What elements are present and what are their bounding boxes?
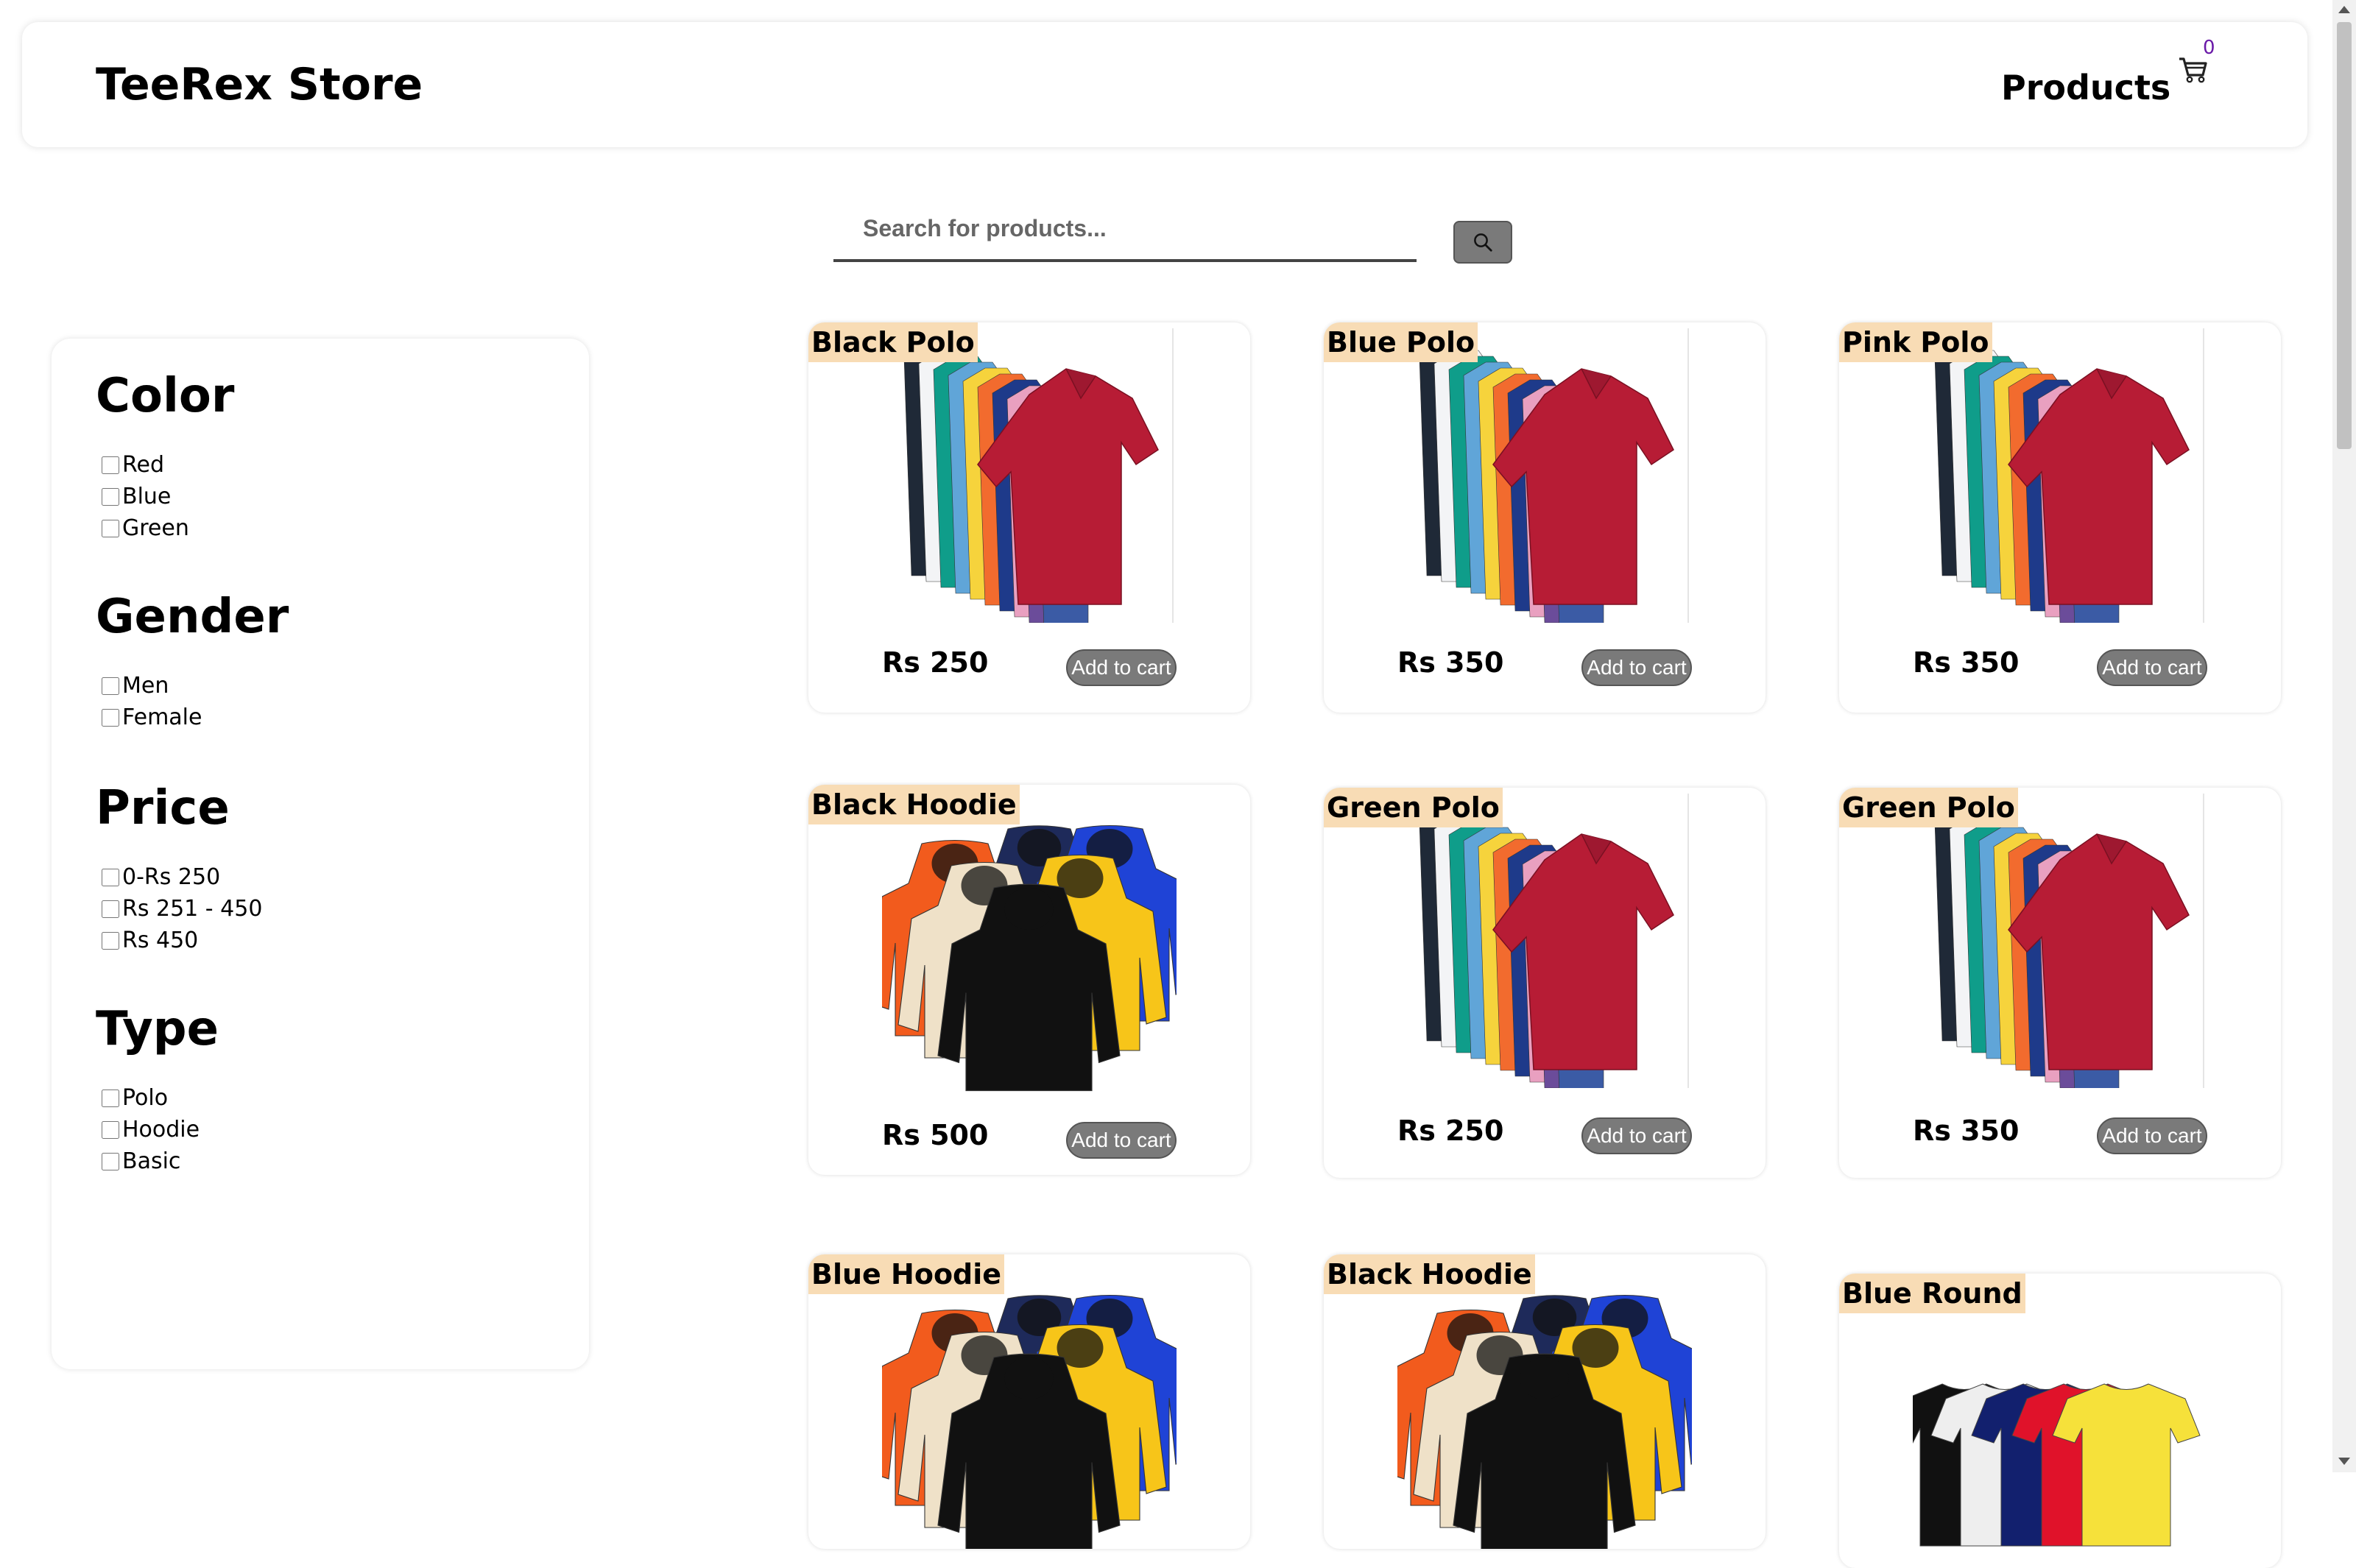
product-image — [1913, 328, 2207, 629]
filter-option[interactable]: Rs 251 - 450 — [96, 893, 262, 925]
filter-option-label: Men — [122, 673, 169, 699]
product-image — [1383, 1284, 1712, 1549]
filter-option-label: Blue — [122, 484, 172, 509]
product-price: Rs 350 — [1913, 646, 2020, 679]
product-card: Black Polo Rs 250 Add to cart — [808, 322, 1250, 713]
nav-products-link[interactable]: Products — [2001, 68, 2170, 107]
product-image — [868, 814, 1196, 1109]
brand-title[interactable]: TeeRex Store — [96, 59, 423, 110]
scroll-down-arrow-icon[interactable] — [2338, 1458, 2350, 1465]
filter-option-label: Red — [122, 452, 164, 478]
filter-checkbox[interactable] — [102, 487, 119, 506]
filter-checkbox[interactable] — [102, 931, 119, 950]
product-image — [1890, 1318, 2207, 1568]
add-to-cart-button[interactable]: Add to cart — [2097, 649, 2207, 686]
filter-option[interactable]: Men — [96, 670, 289, 702]
filter-checkbox[interactable] — [102, 1152, 119, 1170]
product-title: Blue Polo — [1324, 322, 1478, 362]
product-card: Blue Round — [1839, 1274, 2281, 1568]
product-card: Green Polo Rs 250 Add to cart — [1324, 788, 1766, 1178]
product-image — [882, 328, 1177, 629]
product-card: Blue Polo Rs 350 Add to cart — [1324, 322, 1766, 713]
product-title: Pink Polo — [1839, 322, 1992, 362]
filter-option[interactable]: Rs 450 — [96, 925, 262, 956]
filter-option[interactable]: Red — [96, 449, 234, 481]
product-title: Black Hoodie — [1324, 1254, 1535, 1294]
scroll-up-arrow-icon[interactable] — [2338, 6, 2350, 13]
filter-group-color: Color Red Blue Green — [96, 368, 234, 544]
filter-group-type: Type Polo Hoodie Basic — [96, 1001, 219, 1177]
product-price: Rs 350 — [1913, 1115, 2020, 1147]
product-price: Rs 350 — [1397, 646, 1504, 679]
product-title: Green Polo — [1839, 788, 2018, 827]
product-card: Blue Hoodie — [808, 1254, 1250, 1549]
filter-option-label: Female — [122, 704, 202, 730]
filter-title: Type — [96, 1002, 219, 1056]
filter-option[interactable]: Blue — [96, 481, 234, 512]
filter-group-gender: Gender Men Female — [96, 589, 289, 733]
product-card: Green Polo Rs 350 Add to cart — [1839, 788, 2281, 1178]
filter-title: Price — [96, 781, 230, 836]
scrollbar[interactable] — [2332, 0, 2356, 1472]
product-image — [868, 1284, 1196, 1549]
product-title: Black Polo — [808, 322, 978, 362]
filter-option-label: Basic — [122, 1148, 181, 1174]
filter-option[interactable]: 0-Rs 250 — [96, 861, 262, 893]
filter-checkbox[interactable] — [102, 900, 119, 918]
filters-panel: Color Red Blue Green Gender Men Female Price 0-R… — [52, 339, 589, 1369]
product-card: Black Hoodie — [1324, 1254, 1766, 1549]
product-title: Green Polo — [1324, 788, 1503, 827]
add-to-cart-button[interactable]: Add to cart — [1066, 649, 1177, 686]
filter-option[interactable]: Female — [96, 702, 289, 733]
product-title: Blue Hoodie — [808, 1254, 1005, 1294]
filter-option[interactable]: Basic — [96, 1145, 219, 1177]
filter-checkbox[interactable] — [102, 1120, 119, 1139]
filter-option-label: Green — [122, 515, 189, 541]
product-image — [1913, 794, 2207, 1095]
filter-checkbox[interactable] — [102, 677, 119, 695]
filter-option[interactable]: Green — [96, 512, 234, 544]
add-to-cart-button[interactable]: Add to cart — [1581, 649, 1692, 686]
search-field — [833, 200, 1417, 262]
product-price: Rs 250 — [1397, 1115, 1504, 1147]
product-image — [1397, 794, 1692, 1095]
product-card: Black Hoodie Rs 500 Add to cart — [808, 785, 1250, 1175]
filter-checkbox[interactable] — [102, 868, 119, 886]
filter-checkbox[interactable] — [102, 708, 119, 727]
product-title: Blue Round — [1839, 1274, 2025, 1313]
filter-title: Gender — [96, 590, 289, 644]
filter-title: Color — [96, 369, 235, 423]
product-image — [1397, 328, 1692, 629]
add-to-cart-button[interactable]: Add to cart — [1066, 1122, 1177, 1159]
add-to-cart-button[interactable]: Add to cart — [1581, 1117, 1692, 1154]
site-header: TeeRex Store Products — [22, 22, 2307, 147]
scroll-thumb[interactable] — [2337, 22, 2352, 449]
filter-option-label: Rs 251 - 450 — [122, 896, 263, 922]
add-to-cart-button[interactable]: Add to cart — [2097, 1117, 2207, 1154]
search-button[interactable] — [1453, 221, 1512, 264]
filter-option[interactable]: Hoodie — [96, 1114, 219, 1145]
filter-option-label: Rs 450 — [122, 928, 199, 953]
product-price: Rs 500 — [882, 1119, 989, 1151]
product-title: Black Hoodie — [808, 785, 1020, 824]
filter-option-label: Polo — [122, 1085, 169, 1111]
filter-checkbox[interactable] — [102, 456, 119, 474]
filter-checkbox[interactable] — [102, 1089, 119, 1107]
filter-group-price: Price 0-Rs 250 Rs 251 - 450 Rs 450 — [96, 780, 262, 956]
filter-checkbox[interactable] — [102, 519, 119, 537]
filter-option[interactable]: Polo — [96, 1082, 219, 1114]
search-icon — [1474, 233, 1492, 252]
product-card: Pink Polo Rs 350 Add to cart — [1839, 322, 2281, 713]
filter-option-label: Hoodie — [122, 1117, 200, 1143]
cart-count-badge: 0 — [2203, 37, 2215, 59]
search-input[interactable] — [833, 200, 1417, 256]
filter-option-label: 0-Rs 250 — [122, 864, 221, 890]
product-price: Rs 250 — [882, 646, 989, 679]
